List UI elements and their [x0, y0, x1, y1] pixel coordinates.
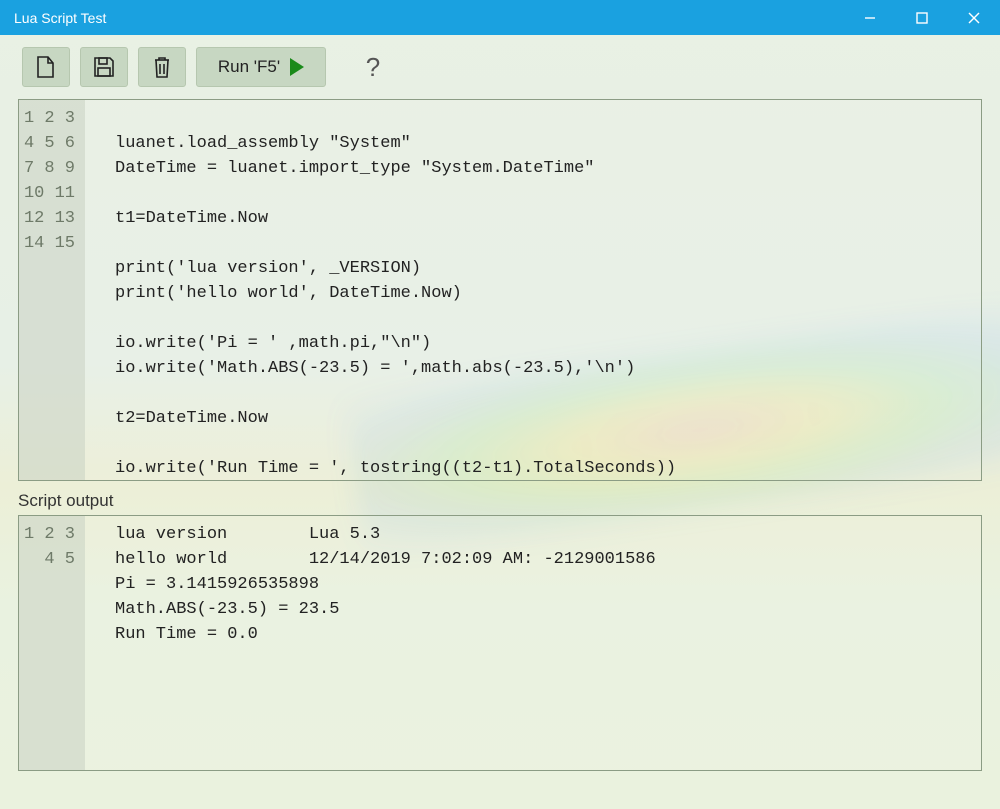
output-panel[interactable]: 1 2 3 4 5 lua version Lua 5.3 hello worl…	[18, 515, 982, 771]
save-button[interactable]	[80, 47, 128, 87]
script-gutter: 1 2 3 4 5 6 7 8 9 10 11 12 13 14 15	[19, 100, 85, 480]
window-title: Lua Script Test	[0, 10, 844, 26]
script-editor[interactable]: 1 2 3 4 5 6 7 8 9 10 11 12 13 14 15 luan…	[18, 99, 982, 481]
trash-icon	[152, 55, 172, 79]
script-code-area[interactable]: luanet.load_assembly "System" DateTime =…	[85, 100, 981, 480]
output-code-area: lua version Lua 5.3 hello world 12/14/20…	[85, 516, 981, 770]
run-button-label: Run 'F5'	[218, 57, 280, 77]
minimize-icon	[864, 12, 876, 24]
window-maximize-button[interactable]	[896, 0, 948, 35]
window-minimize-button[interactable]	[844, 0, 896, 35]
window-close-button[interactable]	[948, 0, 1000, 35]
new-file-icon	[36, 55, 56, 79]
delete-button[interactable]	[138, 47, 186, 87]
output-gutter: 1 2 3 4 5	[19, 516, 85, 770]
toolbar: Run 'F5' ?	[0, 35, 1000, 99]
output-section-label: Script output	[18, 491, 982, 511]
save-icon	[93, 56, 115, 78]
close-icon	[968, 12, 980, 24]
new-file-button[interactable]	[22, 47, 70, 87]
maximize-icon	[916, 12, 928, 24]
titlebar: Lua Script Test	[0, 0, 1000, 35]
app-window: Lua Script Test	[0, 0, 1000, 809]
run-button[interactable]: Run 'F5'	[196, 47, 326, 87]
help-button[interactable]: ?	[360, 52, 386, 83]
play-icon	[290, 58, 304, 76]
